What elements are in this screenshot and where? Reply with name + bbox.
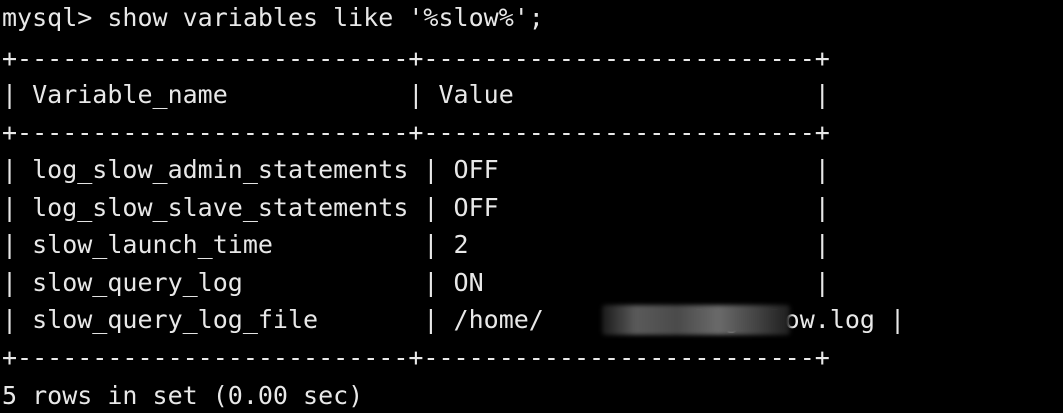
table-border-top: +--------------------------+------------…: [2, 44, 830, 73]
terminal-window[interactable]: mysql> show variables like '%slow%'; +--…: [0, 0, 1063, 413]
table-border-mid: +--------------------------+------------…: [2, 118, 830, 147]
table-row: | slow_launch_time | 2 |: [2, 230, 830, 259]
table-row: | log_slow_admin_statements | OFF |: [2, 155, 830, 184]
query-result-footer: 5 rows in set (0.00 sec): [2, 381, 364, 410]
table-row: | slow_query_log | ON |: [2, 268, 830, 297]
mysql-command-line: mysql> show variables like '%slow%';: [2, 3, 544, 32]
table-border-bottom: +--------------------------+------------…: [2, 343, 830, 372]
redacted-path-segment: [602, 305, 790, 335]
table-row: | log_slow_slave_statements | OFF |: [2, 193, 830, 222]
table-header-row: | Variable_name | Value |: [2, 80, 830, 109]
